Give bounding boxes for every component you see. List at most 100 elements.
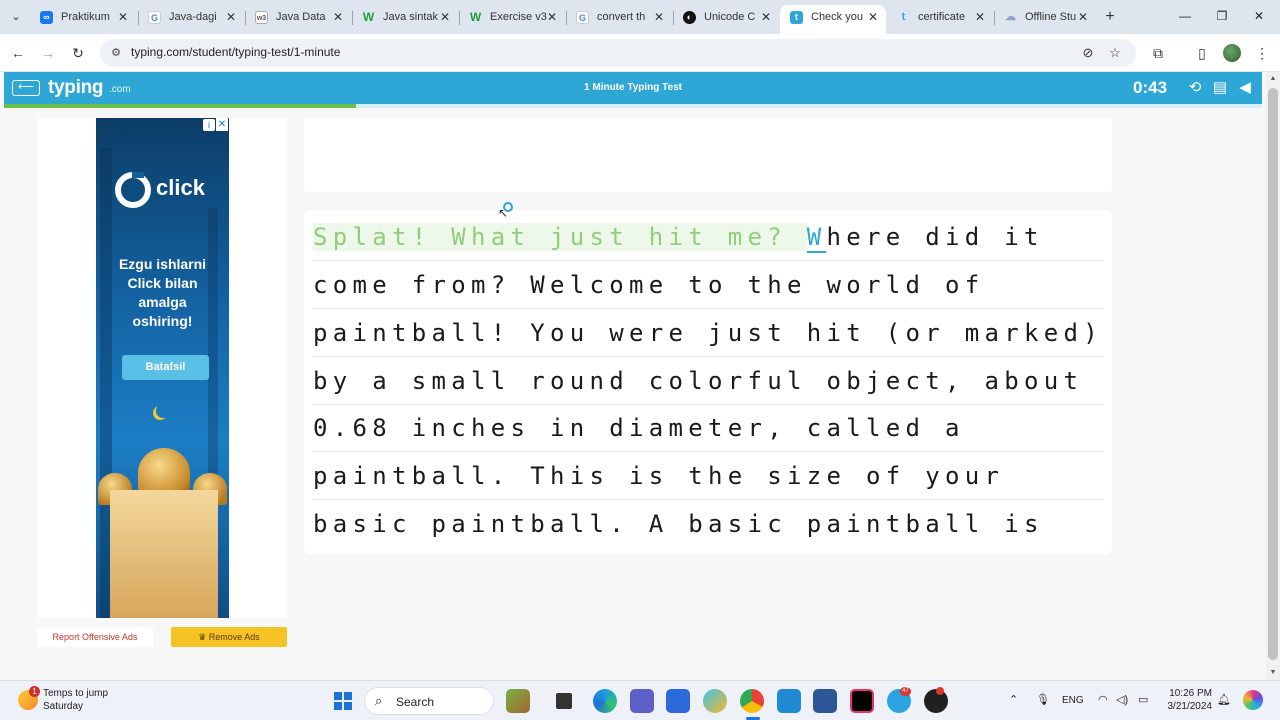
close-tab-icon[interactable]: ✕ xyxy=(547,5,557,29)
browser-toolbar: ← → ↻ ⚙ typing.com/student/typing-test/1… xyxy=(0,34,1280,72)
back-arrow-icon[interactable]: ← xyxy=(8,43,28,63)
weather-day: Saturday xyxy=(43,701,84,712)
extensions-icon[interactable]: ⧉ xyxy=(1148,43,1168,63)
weather-headline[interactable]: Temps to jump xyxy=(43,688,108,699)
close-tab-icon[interactable]: ✕ xyxy=(333,5,343,29)
edge-browser-icon[interactable] xyxy=(593,689,617,713)
telegram-badge: 47 xyxy=(900,687,911,696)
crown-icon: ♛ xyxy=(198,632,207,642)
click-logo-icon xyxy=(115,172,151,208)
close-tab-icon[interactable]: ✕ xyxy=(226,5,236,29)
ad-column: i ✕ click Ezgu ishlarni Click bilan amal… xyxy=(37,118,287,618)
sound-icon[interactable]: ◀ xyxy=(1236,79,1254,97)
scroll-thumb[interactable] xyxy=(1268,88,1278,660)
bookmark-star-icon[interactable]: ☆ xyxy=(1106,44,1124,62)
close-window-icon[interactable]: ✕ xyxy=(1249,6,1269,26)
copilot-icon[interactable] xyxy=(1243,690,1263,710)
tab-exercise[interactable]: W Exercise v3 ✕ xyxy=(459,5,565,34)
close-tab-icon[interactable]: ✕ xyxy=(654,5,664,29)
site-info-icon[interactable]: ⚙ xyxy=(108,45,124,61)
wifi-icon[interactable]: ◠ xyxy=(1098,693,1108,706)
taskbar-search[interactable]: ⌕ Search xyxy=(364,687,494,715)
minimize-icon[interactable]: — xyxy=(1175,6,1195,26)
profile-avatar-icon[interactable] xyxy=(1223,44,1241,62)
forward-arrow-icon[interactable]: → xyxy=(38,43,58,63)
pending-text: here did it xyxy=(826,223,1044,251)
battery-icon[interactable]: ▭ xyxy=(1138,693,1148,706)
tab-java-sintak[interactable]: W Java sintak ✕ xyxy=(352,5,458,34)
close-tab-icon[interactable]: ✕ xyxy=(1078,5,1088,29)
remove-ads-button[interactable]: ♛ Remove Ads xyxy=(171,627,287,647)
unicode-icon: ◐ xyxy=(683,11,696,24)
browser-tab-strip: ⌄ ∞ Praktikum ✕ G Java-dagi ✕ w3 Java Da… xyxy=(0,0,1280,34)
search-icon: ⌕ xyxy=(375,693,383,708)
url-text[interactable]: typing.com/student/typing-test/1-minute xyxy=(131,45,340,59)
restore-icon[interactable]: ❐ xyxy=(1212,6,1232,26)
search-label: Search xyxy=(396,695,435,709)
tab-offline-study[interactable]: ☁ Offline Stu ✕ xyxy=(994,5,1096,34)
ad-brand: click xyxy=(156,175,205,200)
clock-date[interactable]: 3/21/2024 xyxy=(1160,701,1213,712)
report-ads-link[interactable]: Report Offensive Ads xyxy=(37,627,153,647)
notifications-bell-icon[interactable]: 🔔︎ xyxy=(1217,693,1231,706)
advertisement-banner[interactable]: i ✕ click Ezgu ishlarni Click bilan amal… xyxy=(96,118,229,618)
store-icon[interactable] xyxy=(666,689,690,713)
close-tab-icon[interactable]: ✕ xyxy=(761,5,771,29)
close-tab-icon[interactable]: ✕ xyxy=(868,5,878,29)
w-green-icon: W xyxy=(469,10,482,24)
notification-dot xyxy=(936,687,944,695)
more-menu-icon[interactable]: ⋮ xyxy=(1252,43,1272,63)
tab-convert[interactable]: G convert th ✕ xyxy=(566,5,672,34)
tab-unicode[interactable]: ◐ Unicode C ✕ xyxy=(673,5,779,34)
google-icon: G xyxy=(576,11,589,24)
volume-icon[interactable]: ◁) xyxy=(1116,693,1128,706)
time-progress-bar xyxy=(4,104,357,108)
windows-start-icon[interactable] xyxy=(334,692,352,710)
tab-java-dagi[interactable]: G Java-dagi ✕ xyxy=(138,5,244,34)
new-tab-icon[interactable]: + xyxy=(1100,7,1120,27)
microphone-icon[interactable]: 🎙 xyxy=(1036,693,1050,706)
typing-text-panel[interactable]: Splat! What just hit me? Where did it co… xyxy=(304,210,1112,554)
terminal-app-icon[interactable] xyxy=(556,693,572,709)
scroll-up-icon[interactable]: ▲ xyxy=(1266,72,1280,86)
tray-overflow-icon[interactable]: ⌃ xyxy=(1009,693,1018,706)
copilot-app-icon[interactable] xyxy=(703,689,727,713)
ad-info-icon[interactable]: i xyxy=(203,119,215,131)
scroll-down-icon[interactable]: ▼ xyxy=(1266,666,1280,680)
clock-time[interactable]: 10:26 PM xyxy=(1168,688,1212,699)
close-tab-icon[interactable]: ✕ xyxy=(440,5,450,29)
ad-close-icon[interactable]: ✕ xyxy=(216,118,228,131)
chart-settings-icon[interactable]: ▤ xyxy=(1211,79,1229,97)
tab-certificate[interactable]: t certificate ✕ xyxy=(887,5,993,34)
windows-taskbar: 1 Temps to jump Saturday ⌕ Search 47 ⌃ 🎙… xyxy=(0,680,1280,720)
intellij-icon[interactable] xyxy=(850,689,874,713)
weather-badge: 1 xyxy=(29,686,40,697)
vscode-icon[interactable] xyxy=(777,689,801,713)
ad-cta-button[interactable]: Batafsil xyxy=(122,355,209,380)
close-tab-icon[interactable]: ✕ xyxy=(118,5,128,29)
app-icon-landscape[interactable] xyxy=(506,689,530,713)
typing-line: paintball. This is the size of your xyxy=(313,452,1103,500)
teams-icon[interactable] xyxy=(630,689,654,713)
w-green-icon: W xyxy=(362,10,375,24)
typing-line: come from? Welcome to the world of xyxy=(313,261,1103,309)
word-icon[interactable] xyxy=(813,689,837,713)
close-tab-icon[interactable]: ✕ xyxy=(975,5,985,29)
eye-off-icon[interactable]: ⊘ xyxy=(1079,44,1097,62)
reload-icon[interactable]: ↻ xyxy=(68,43,88,63)
language-indicator[interactable]: ENG xyxy=(1062,695,1084,706)
typing-line: by a small round colorful object, about xyxy=(313,357,1103,405)
typing-icon: t xyxy=(901,11,906,23)
history-icon[interactable]: ⟲ xyxy=(1186,79,1204,97)
tab-check-you[interactable]: t Check you ✕ xyxy=(780,5,886,34)
chrome-icon[interactable] xyxy=(740,689,764,713)
typing-line: basic paintball. A basic paintball is xyxy=(313,510,1044,538)
ad-tagline: Ezgu ishlarni Click bilan amalga oshirin… xyxy=(118,256,207,329)
side-panel-icon[interactable]: ▯ xyxy=(1192,43,1212,63)
page-scrollbar[interactable]: ▲ ▼ xyxy=(1266,72,1280,680)
tab-java-data[interactable]: w3 Java Data ✕ xyxy=(245,5,351,34)
address-bar[interactable]: ⚙ typing.com/student/typing-test/1-minut… xyxy=(100,39,1136,67)
tab-praktikum[interactable]: ∞ Praktikum ✕ xyxy=(30,5,136,34)
tab-search-menu-icon[interactable]: ⌄ xyxy=(6,7,26,27)
cloud-icon: ☁ xyxy=(1005,11,1016,23)
